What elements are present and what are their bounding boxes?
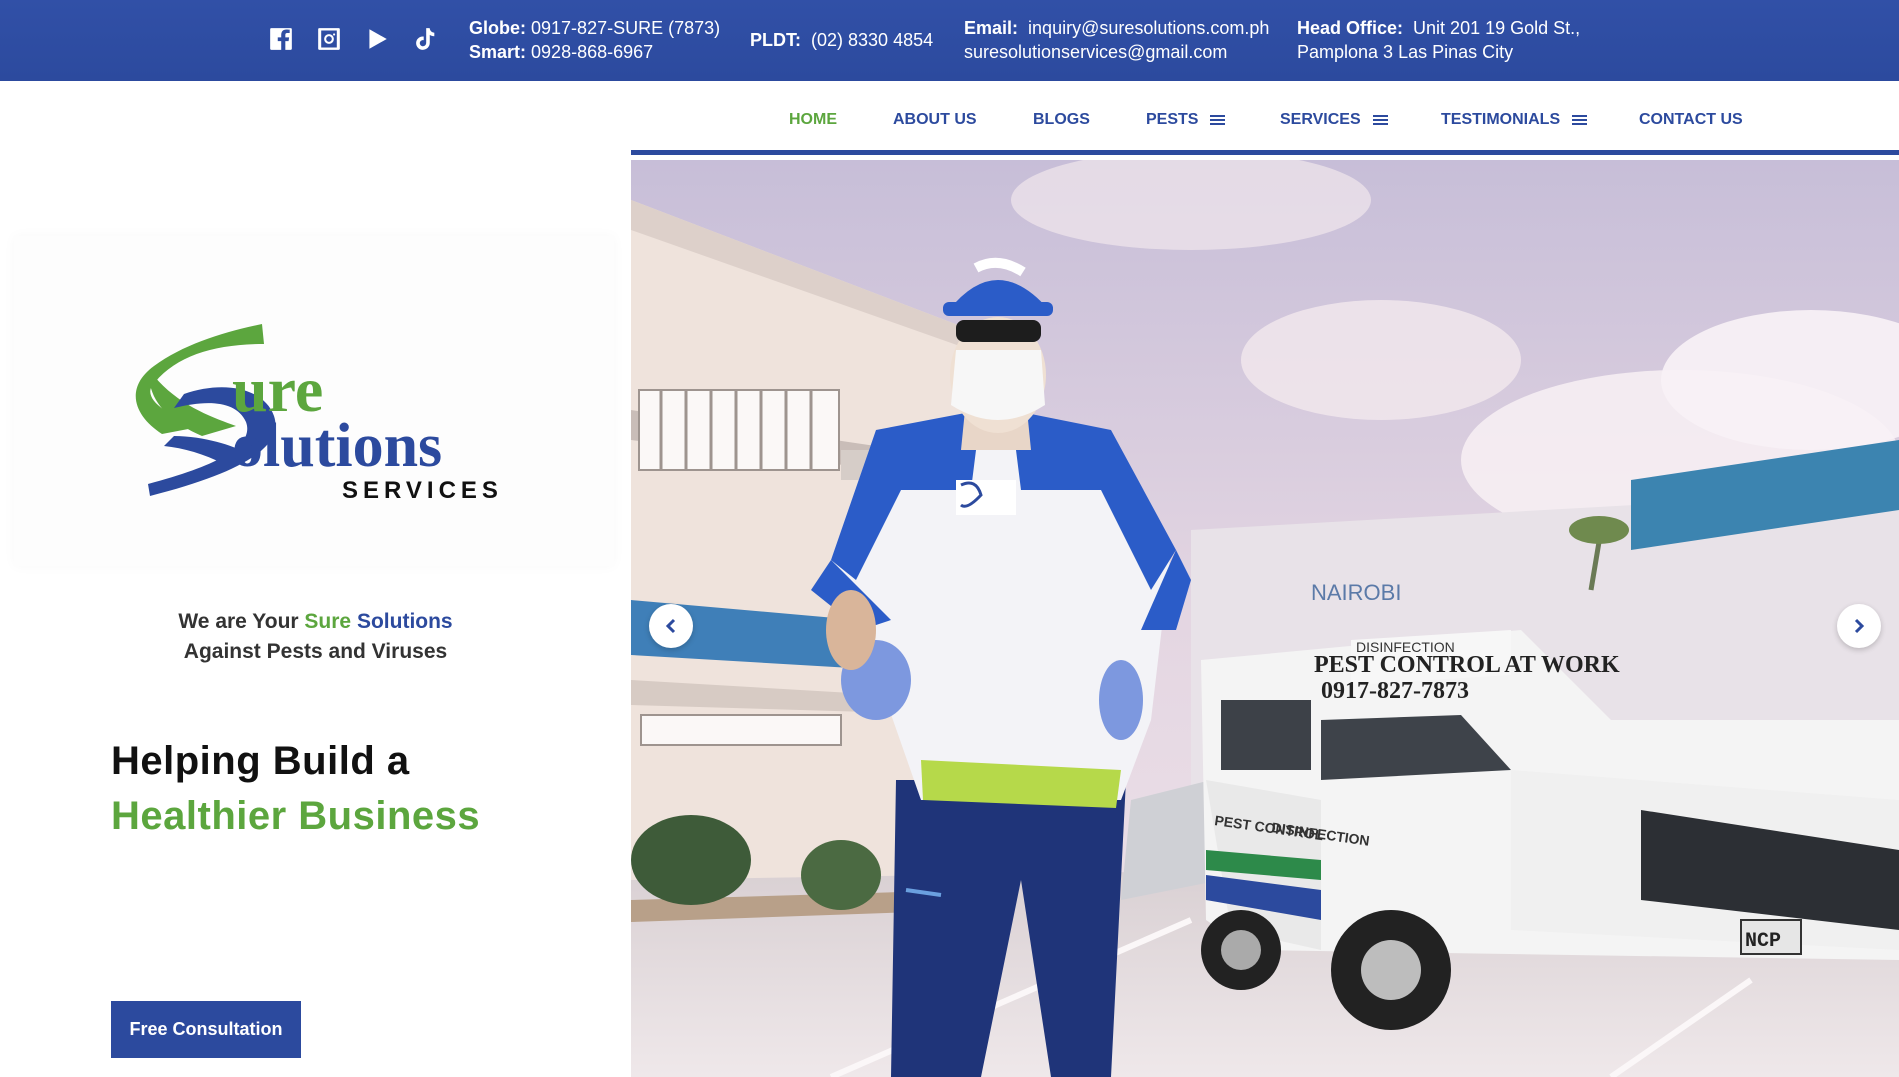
headline-line2: Healthier Business (111, 794, 481, 838)
nav-blogs[interactable]: BLOGS (1033, 111, 1090, 129)
hero-image: NAIROBI DISINFECTION PEST CONTROL AT WOR… (631, 160, 1899, 1077)
top-contact-bar: Globe: 0917-827-SURE (7873) Smart: 0928-… (0, 0, 1899, 81)
smart-label: Smart: (469, 42, 527, 62)
menu-icon (1572, 115, 1588, 125)
tagline: We are Your Sure Solutions Against Pests… (0, 607, 631, 667)
head-office: Head Office: Unit 201 19 Gold St., Pampl… (1297, 16, 1580, 64)
tagline-solutions: Solutions (356, 610, 453, 633)
nav-home[interactable]: HOME (789, 111, 837, 129)
email-label: Email: (964, 18, 1019, 38)
smart-number[interactable]: 0928-868-6967 (531, 42, 653, 62)
nav-about-us[interactable]: ABOUT US (893, 111, 977, 129)
facebook-link[interactable] (268, 26, 294, 52)
social-links (268, 26, 438, 52)
menu-icon (1372, 115, 1388, 125)
globe-label: Globe: (469, 18, 526, 38)
left-panel: ure olutions SERVICES We are Your Sure S… (0, 81, 631, 1077)
instagram-icon (318, 28, 340, 50)
nav-about-us-label: ABOUT US (893, 111, 977, 128)
free-consultation-button[interactable]: Free Consultation (111, 1001, 301, 1058)
logo-word-olutions: olutions (232, 412, 442, 480)
van-text-pest-control: PEST CONTROL AT WORK (1314, 652, 1620, 678)
pldt-label: PLDT: (750, 30, 801, 50)
nav-blogs-label: BLOGS (1033, 111, 1090, 128)
van-text-phone: 0917-827-7873 (1321, 678, 1469, 704)
menu-icon (1210, 115, 1226, 125)
tiktok-icon (416, 28, 435, 50)
chevron-right-icon (1854, 618, 1865, 634)
nav-services[interactable]: SERVICES (1280, 111, 1388, 129)
instagram-link[interactable] (316, 26, 342, 52)
hero-slider: NAIROBI DISINFECTION PEST CONTROL AT WOR… (631, 160, 1899, 1077)
nav-contact-us[interactable]: CONTACT US (1639, 111, 1743, 129)
slider-prev-button[interactable] (649, 604, 693, 648)
youtube-link[interactable] (364, 26, 390, 52)
landline: PLDT: (02) 8330 4854 (750, 16, 933, 52)
nav-contact-us-label: CONTACT US (1639, 111, 1743, 128)
logo-word-services: SERVICES (342, 477, 503, 504)
tagline-line2: Against Pests and Viruses (183, 640, 448, 663)
nav-testimonials-label: TESTIMONIALS (1441, 111, 1561, 128)
chevron-left-icon (665, 618, 676, 634)
nav-home-label: HOME (789, 111, 837, 128)
tiktok-link[interactable] (412, 26, 438, 52)
globe-number[interactable]: 0917-827-SURE (7873) (531, 18, 720, 38)
slider-next-button[interactable] (1837, 604, 1881, 648)
office-label: Head Office: (1297, 18, 1404, 38)
email-contacts: Email: inquiry@suresolutions.com.ph sure… (964, 16, 1269, 64)
nav-pests[interactable]: PESTS (1146, 111, 1226, 129)
nav-services-label: SERVICES (1280, 111, 1361, 128)
nav-pests-label: PESTS (1146, 111, 1199, 128)
pldt-number[interactable]: (02) 8330 4854 (811, 30, 933, 50)
office-address-line2: Pamplona 3 Las Pinas City (1297, 42, 1514, 62)
email-primary[interactable]: inquiry@suresolutions.com.ph (1028, 18, 1269, 38)
main-nav: HOME ABOUT US BLOGS PESTS SERVICES TESTI… (631, 81, 1899, 155)
tagline-prefix: We are Your (178, 610, 299, 633)
email-secondary[interactable]: suresolutionservices@gmail.com (964, 42, 1227, 62)
phone-numbers: Globe: 0917-827-SURE (7873) Smart: 0928-… (469, 16, 720, 64)
logo-box: ure olutions SERVICES (14, 236, 614, 566)
headline-line1: Helping Build a (111, 739, 410, 783)
company-logo[interactable]: ure olutions SERVICES (124, 276, 514, 526)
nav-testimonials[interactable]: TESTIMONIALS (1441, 111, 1588, 129)
svg-text:NAIROBI: NAIROBI (1311, 580, 1401, 605)
office-address-line1: Unit 201 19 Gold St., (1413, 18, 1581, 38)
facebook-icon (270, 28, 292, 50)
plate-text: NCP (1745, 930, 1781, 953)
youtube-icon (369, 29, 387, 49)
tagline-sure: Sure (304, 610, 352, 633)
